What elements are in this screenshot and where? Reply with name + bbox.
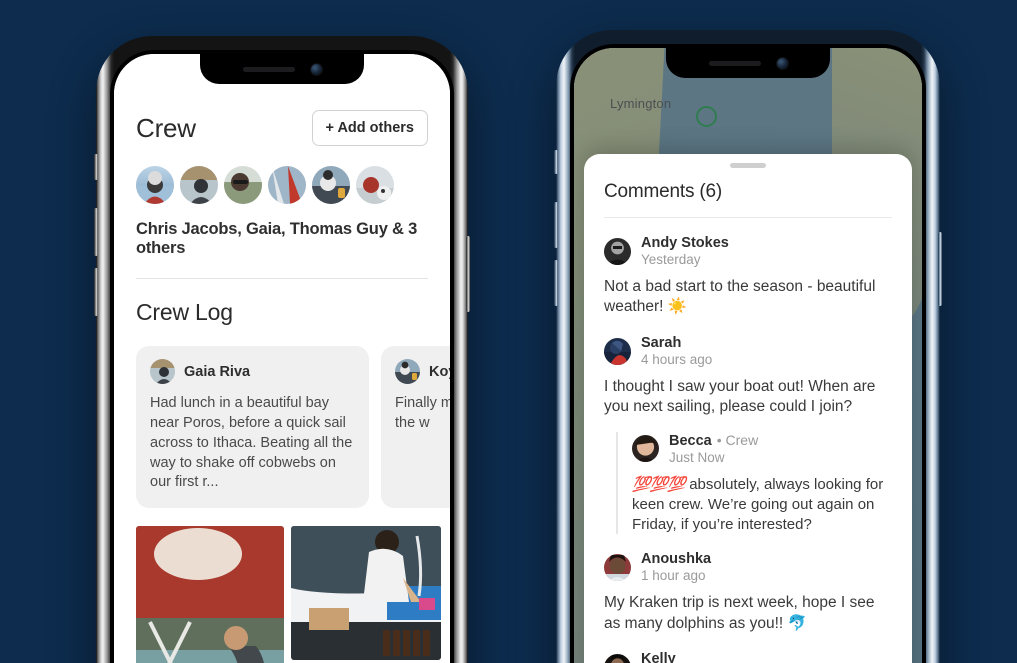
right-phone-bezel: Lymington Comments (6) Andy Stokes Yeste…	[570, 44, 926, 663]
avatar[interactable]	[136, 166, 174, 204]
reply-name-line: Becca • Crew	[669, 432, 758, 450]
crew-avatar-row	[136, 166, 428, 204]
power-button[interactable]	[938, 232, 942, 306]
volume-down-button[interactable]	[94, 268, 98, 316]
left-phone-notch	[200, 54, 364, 84]
comment-header: Andy Stokes Yesterday	[604, 235, 892, 268]
comments-list: Andy Stokes Yesterday Not a bad start to…	[584, 218, 912, 663]
screenshot-canvas: Crew + Add others Chris Jacobs, Gaia, Th…	[0, 0, 1017, 663]
avatar[interactable]	[312, 166, 350, 204]
comment-item[interactable]: Sarah 4 hours ago I thought I saw your b…	[604, 318, 892, 535]
comment-name-line: Sarah	[641, 335, 712, 352]
reply-timestamp: Just Now	[669, 449, 725, 465]
comment-timestamp: Yesterday	[641, 252, 701, 268]
comment-meta: Andy Stokes Yesterday	[641, 235, 729, 268]
add-others-button[interactable]: + Add others	[311, 110, 428, 146]
reply-meta: Becca • Crew Just Now	[669, 432, 758, 466]
reply-author: Becca	[669, 432, 712, 449]
comment-item[interactable]: Kelly 5 minutes ago	[604, 634, 892, 663]
volume-up-button[interactable]	[94, 208, 98, 256]
comments-sheet: Comments (6) Andy Stokes Yesterday Not a…	[584, 154, 912, 663]
comment-text: My Kraken trip is next week, hope I see …	[604, 594, 875, 632]
mute-switch[interactable]	[94, 154, 98, 180]
page-title: Crew	[136, 112, 196, 143]
avatar[interactable]	[224, 166, 262, 204]
avatar[interactable]	[604, 554, 631, 582]
power-button[interactable]	[466, 236, 470, 312]
volume-down-button[interactable]	[554, 260, 558, 306]
avatar[interactable]	[604, 238, 631, 266]
volume-up-button[interactable]	[554, 202, 558, 248]
front-camera-icon	[310, 63, 322, 75]
avatar	[395, 359, 420, 384]
crew-log-author-row: Gaia Riva	[150, 359, 355, 384]
avatar[interactable]	[632, 435, 659, 463]
photo-thumbnail[interactable]	[136, 526, 284, 663]
comment-item[interactable]: Andy Stokes Yesterday Not a bad start to…	[604, 218, 892, 318]
comment-meta: Anoushka 1 hour ago	[641, 551, 711, 584]
crew-log-card[interactable]: Gaia Riva Had lunch in a beautiful bay n…	[136, 346, 369, 509]
avatar[interactable]	[268, 166, 306, 204]
photo-grid	[136, 526, 441, 663]
comment-timestamp: 4 hours ago	[641, 352, 713, 368]
avatar[interactable]	[356, 166, 394, 204]
map-place-label: Lymington	[610, 96, 672, 111]
comment-author: Kelly	[641, 651, 676, 663]
earpiece-speaker-icon	[242, 66, 295, 72]
avatar[interactable]	[180, 166, 218, 204]
mute-switch[interactable]	[554, 150, 558, 174]
section-divider	[136, 278, 428, 279]
left-phone-screen: Crew + Add others Chris Jacobs, Gaia, Th…	[114, 54, 450, 663]
avatar	[150, 359, 175, 384]
crew-screen: Crew + Add others Chris Jacobs, Gaia, Th…	[114, 54, 450, 663]
right-phone-screen: Lymington Comments (6) Andy Stokes Yeste…	[574, 48, 922, 663]
right-phone-notch	[666, 48, 830, 78]
comment-reply[interactable]: Becca • Crew Just Now 💯💯💯 absolutely, al…	[616, 431, 892, 535]
comment-name-line: Kelly	[641, 651, 726, 663]
crew-log-author: Koy	[429, 363, 450, 380]
comment-author: Andy Stokes	[641, 235, 729, 251]
comment-name-line: Andy Stokes	[641, 235, 729, 252]
crew-members-summary: Chris Jacobs, Gaia, Thomas Guy & 3 other…	[136, 220, 418, 257]
crew-badge: • Crew	[716, 431, 759, 448]
avatar[interactable]	[604, 337, 631, 365]
comment-timestamp: 1 hour ago	[641, 568, 706, 584]
front-camera-icon	[776, 57, 788, 69]
comments-title: Comments (6)	[604, 181, 722, 202]
left-phone-device: Crew + Add others Chris Jacobs, Gaia, Th…	[94, 36, 470, 663]
comment-header: Kelly 5 minutes ago	[604, 651, 892, 663]
crew-log-carousel[interactable]: Gaia Riva Had lunch in a beautiful bay n…	[136, 346, 450, 509]
comment-header: Anoushka 1 hour ago	[604, 551, 892, 584]
comment-header: Sarah 4 hours ago	[604, 335, 892, 368]
crew-log-title: Crew Log	[136, 299, 233, 325]
hundred-emoji-icon: 💯💯💯	[632, 475, 686, 493]
earpiece-speaker-icon	[708, 60, 761, 66]
sheet-drag-handle[interactable]	[730, 163, 766, 168]
comment-text: Not a bad start to the season - beautifu…	[604, 278, 876, 316]
crew-log-text: Had lunch in a beautiful bay near Poros,…	[150, 395, 353, 491]
reply-header: Becca • Crew Just Now	[632, 432, 892, 466]
map-start-marker-icon[interactable]	[696, 106, 717, 127]
left-phone-bezel: Crew + Add others Chris Jacobs, Gaia, Th…	[110, 50, 454, 663]
crew-log-author: Gaia Riva	[184, 363, 251, 380]
comment-item[interactable]: Anoushka 1 hour ago My Kraken trip is ne…	[604, 534, 892, 634]
photo-column	[291, 526, 441, 663]
comment-author: Anoushka	[641, 551, 712, 568]
avatar[interactable]	[604, 654, 631, 663]
reply-text: 💯💯💯 absolutely, always looking for keen …	[632, 475, 892, 534]
crew-log-card[interactable]: Koy Finally m winch so breeze v all the …	[381, 346, 450, 509]
crew-log-text: Finally m winch so breeze v all the w	[395, 395, 450, 431]
comment-name-line: Anoushka	[641, 551, 711, 568]
comment-meta: Sarah 4 hours ago	[641, 335, 712, 368]
right-phone-device: Lymington Comments (6) Andy Stokes Yeste…	[554, 30, 942, 663]
comment-text: I thought I saw your boat out! When are …	[604, 377, 876, 416]
map-screen[interactable]: Lymington Comments (6) Andy Stokes Yeste…	[574, 48, 922, 663]
comment-author: Sarah	[641, 334, 682, 351]
crew-log-author-row: Koy	[395, 359, 450, 384]
comment-meta: Kelly 5 minutes ago	[641, 651, 726, 663]
photo-thumbnail[interactable]	[291, 526, 441, 661]
